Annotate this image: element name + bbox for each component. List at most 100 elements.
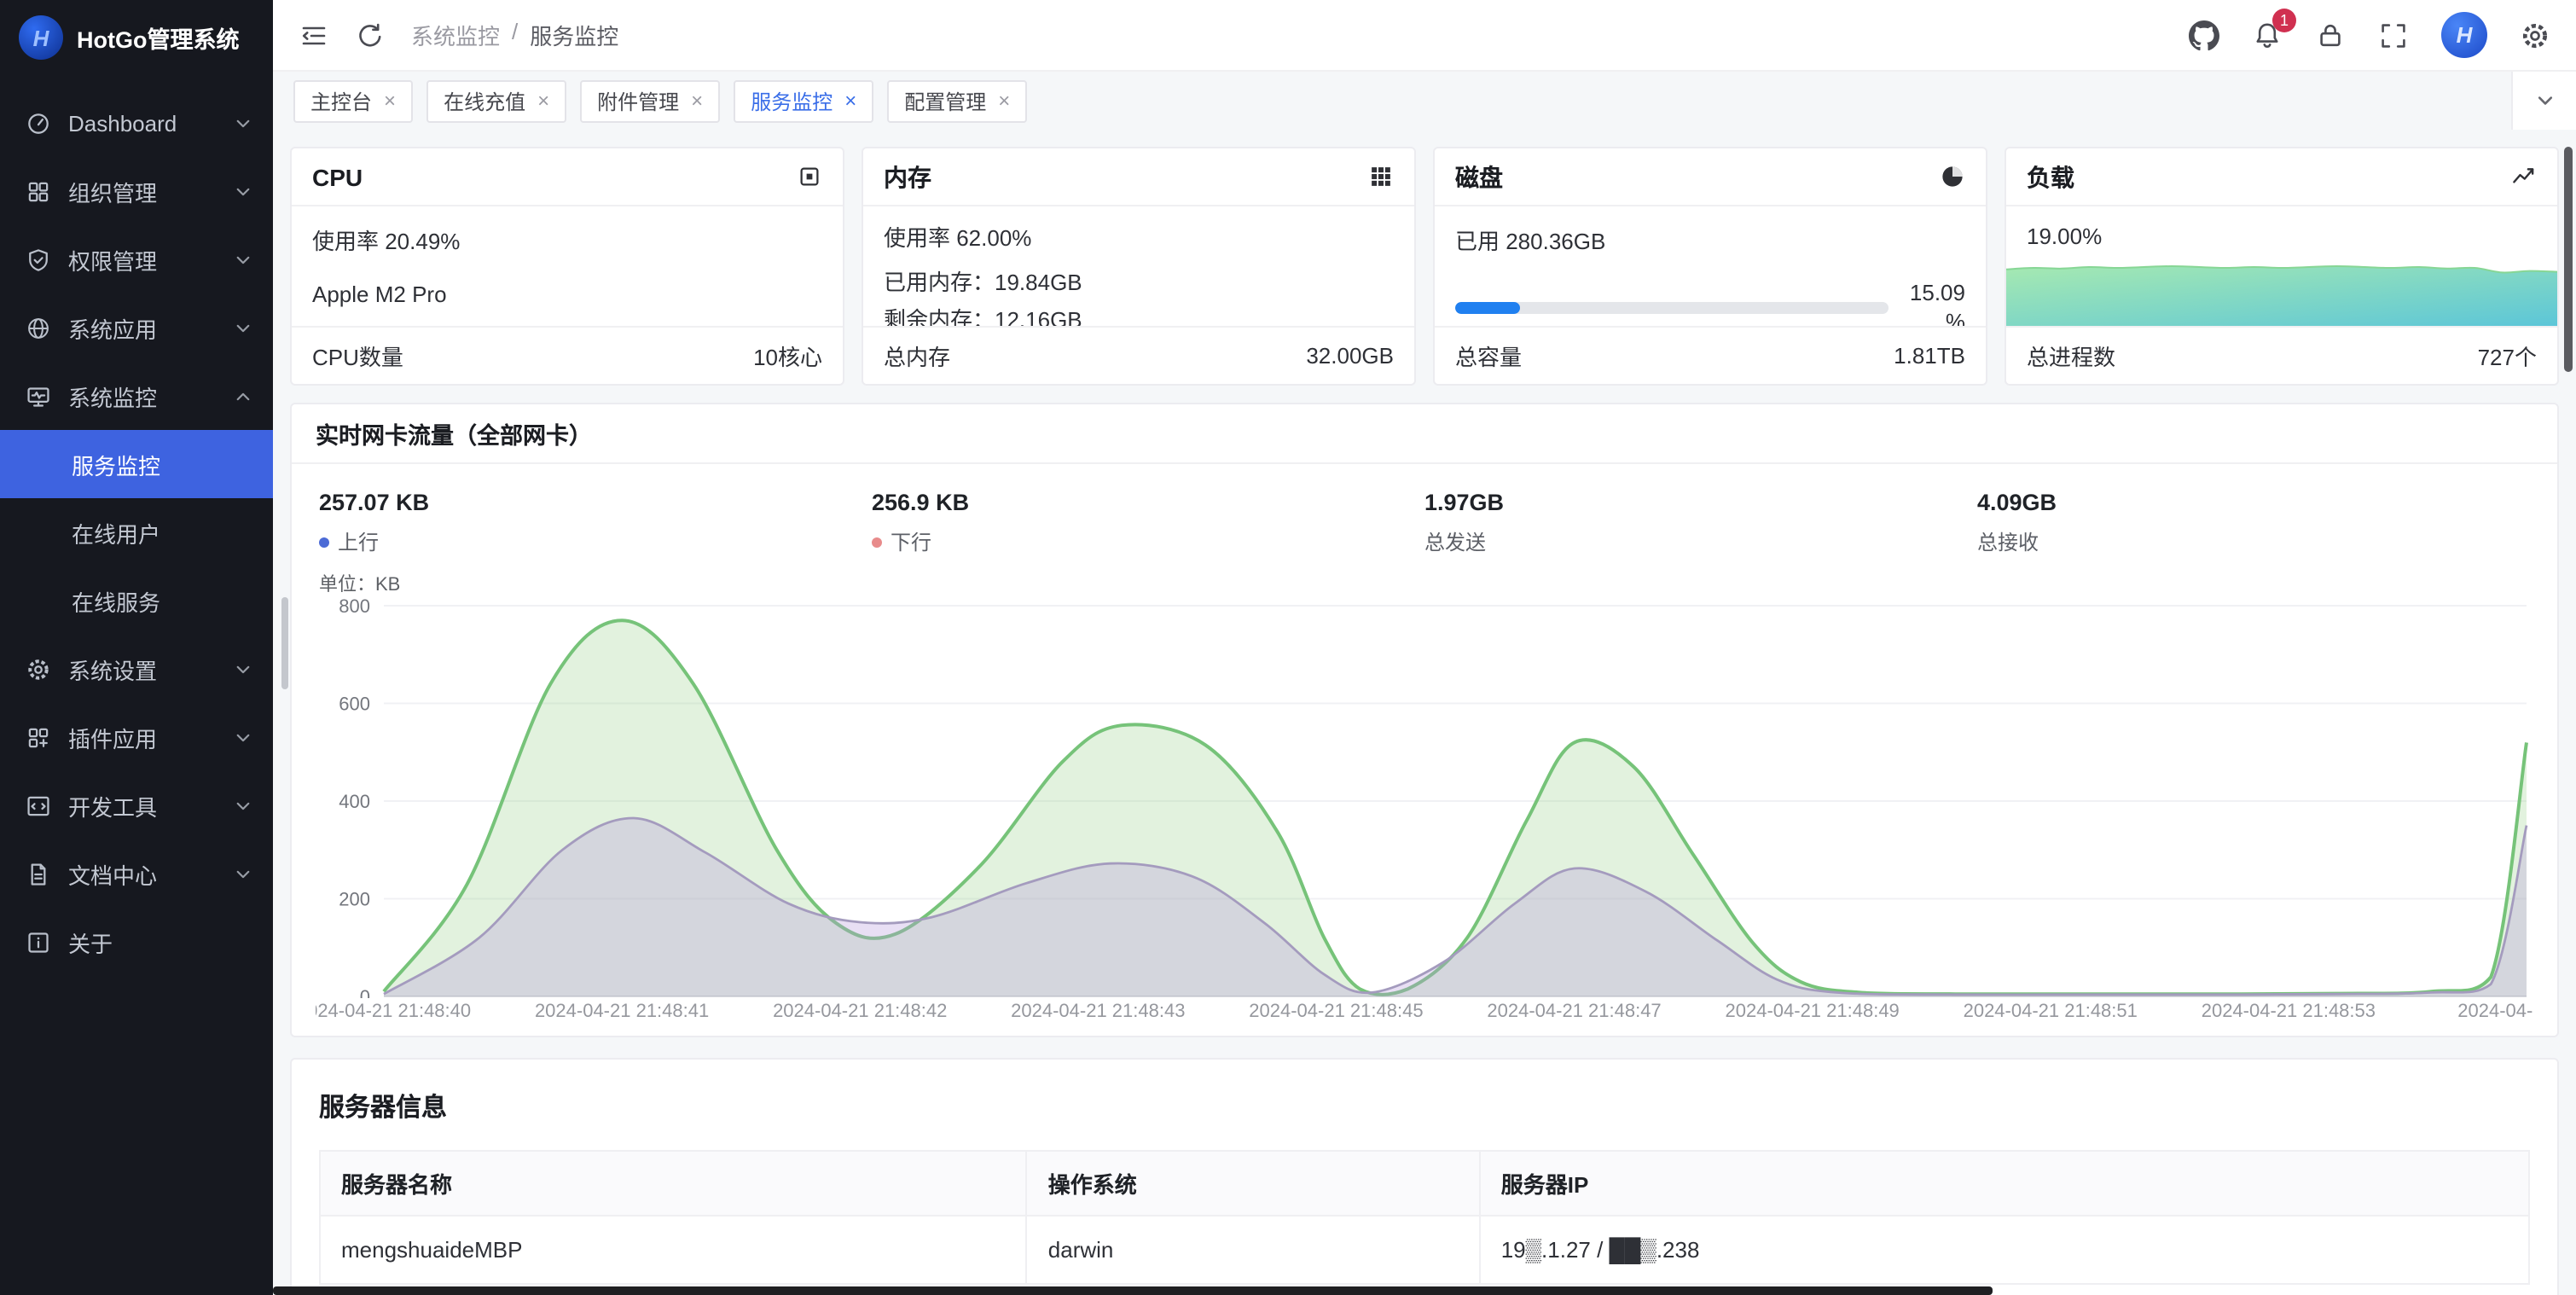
cpu-card-title: CPU bbox=[312, 163, 363, 190]
network-traffic-chart: 0 200 400 600 800 bbox=[316, 597, 2533, 998]
table-header-row: 服务器名称 操作系统 服务器IP bbox=[320, 1151, 2529, 1216]
x-axis-label: 2024-04-21 21:48:49 bbox=[1726, 1002, 1900, 1022]
load-card: 负载 19.00% 总进程数 727个 bbox=[2005, 147, 2559, 386]
network-card-title: 实时网卡流量（全部网卡） bbox=[292, 404, 2557, 464]
svg-text:600: 600 bbox=[339, 694, 370, 715]
close-icon[interactable]: × bbox=[844, 90, 856, 111]
sidebar-item-system-settings[interactable]: 系统设置 bbox=[0, 635, 273, 703]
x-axis-label: 2024-04-21 21:48:53 bbox=[2202, 1002, 2376, 1022]
cpu-footer-value: 10核心 bbox=[753, 340, 822, 372]
chart-unit-label: 单位：KB bbox=[319, 570, 2533, 597]
tabs-dropdown-button[interactable] bbox=[2511, 72, 2576, 130]
collapse-sidebar-icon[interactable] bbox=[299, 20, 329, 50]
sidebar-item-system-monitor[interactable]: 系统监控 bbox=[0, 362, 273, 430]
sidebar-item-docs[interactable]: 文档中心 bbox=[0, 839, 273, 908]
tab-bar: 主控台 × 在线充值 × 附件管理 × 服务监控 × 配置管理 × bbox=[273, 72, 2576, 130]
svg-text:200: 200 bbox=[339, 889, 370, 910]
sidebar-item-dev-tools[interactable]: 开发工具 bbox=[0, 771, 273, 839]
svg-text:400: 400 bbox=[339, 791, 370, 812]
chevron-down-icon bbox=[234, 864, 252, 883]
chart-x-axis-labels: 2024-04-21 21:48:40 2024-04-21 21:48:41 20… bbox=[316, 998, 2533, 1025]
sidebar-subitem-service-monitor[interactable]: 服务监控 bbox=[0, 430, 273, 498]
gear-icon bbox=[26, 656, 51, 682]
close-icon[interactable]: × bbox=[998, 90, 1010, 111]
app-root: H HotGo管理系统 Dashboard组织管理权限管理系统应用系统监控服务监… bbox=[0, 0, 2576, 1295]
stat-total-sent: 1.97GB 总发送 bbox=[1424, 490, 1977, 556]
notification-badge: 1 bbox=[2272, 8, 2296, 32]
stat-download: 256.9 KB 下行 bbox=[872, 490, 1424, 556]
close-icon[interactable]: × bbox=[537, 90, 549, 111]
load-card-title: 负载 bbox=[2027, 160, 2074, 194]
tab-recharge[interactable]: 在线充值 × bbox=[426, 79, 566, 122]
header: 系统监控 / 服务监控 1 bbox=[273, 0, 2576, 72]
sidebar-subitem-online-users[interactable]: 在线用户 bbox=[0, 498, 273, 566]
cpu-icon bbox=[797, 164, 822, 189]
tab-service-monitor[interactable]: 服务监控 × bbox=[734, 79, 873, 122]
breadcrumb-separator: / bbox=[512, 19, 518, 51]
sidebar-item-dashboard[interactable]: Dashboard bbox=[0, 89, 273, 157]
sidebar-item-about[interactable]: 关于 bbox=[0, 908, 273, 976]
sidebar-item-permission[interactable]: 权限管理 bbox=[0, 225, 273, 293]
shield-icon bbox=[26, 247, 51, 272]
logo[interactable]: H HotGo管理系统 bbox=[0, 0, 273, 75]
sidebar-item-plugins[interactable]: 插件应用 bbox=[0, 703, 273, 771]
column-header-name: 服务器名称 bbox=[320, 1151, 1027, 1216]
tab-config[interactable]: 配置管理 × bbox=[887, 79, 1027, 122]
avatar[interactable]: H bbox=[2441, 12, 2487, 58]
load-footer-value: 727个 bbox=[2478, 340, 2537, 372]
header-actions: 1 H bbox=[2189, 12, 2550, 58]
disk-used: 已用 280.36GB bbox=[1455, 224, 1965, 256]
chevron-down-icon bbox=[234, 659, 252, 678]
gear-icon[interactable] bbox=[2520, 20, 2550, 50]
horizontal-scrollbar-thumb[interactable] bbox=[273, 1286, 1993, 1295]
x-axis-label: 2024-04-21 21:48:40 bbox=[316, 1002, 471, 1022]
chevron-down-icon bbox=[234, 113, 252, 132]
x-axis-label: 2024-04-21 21:4 bbox=[2457, 1002, 2533, 1022]
org-grid-icon bbox=[26, 178, 51, 204]
sidebar-scrollbar-thumb[interactable] bbox=[281, 597, 288, 689]
svg-text:0: 0 bbox=[360, 986, 370, 998]
x-axis-label: 2024-04-21 21:48:41 bbox=[535, 1002, 709, 1022]
chevron-down-icon bbox=[234, 318, 252, 337]
sidebar-item-organization[interactable]: 组织管理 bbox=[0, 157, 273, 225]
x-axis-label: 2024-04-21 21:48:47 bbox=[1487, 1002, 1661, 1022]
chevron-down-icon bbox=[2534, 90, 2555, 111]
server-info-title: 服务器信息 bbox=[319, 1089, 2530, 1124]
memory-card: 内存 使用率 62.00% 已用内存：19.84GB 剩余内存：12.16GB … bbox=[862, 147, 1416, 386]
load-footer-label: 总进程数 bbox=[2027, 340, 2115, 372]
memory-footer-label: 总内存 bbox=[884, 340, 950, 372]
disk-progress bbox=[1455, 303, 1888, 315]
breadcrumb: 系统监控 / 服务监控 bbox=[411, 19, 618, 51]
disk-pie-icon bbox=[1940, 164, 1965, 189]
refresh-icon[interactable] bbox=[355, 20, 386, 50]
breadcrumb-item[interactable]: 系统监控 bbox=[411, 19, 500, 51]
svg-text:800: 800 bbox=[339, 597, 370, 617]
memory-card-title: 内存 bbox=[884, 160, 931, 194]
x-axis-label: 2024-04-21 21:48:51 bbox=[1964, 1002, 2138, 1022]
main-column: 系统监控 / 服务监控 1 bbox=[273, 0, 2576, 1295]
content: CPU 使用率 20.49% Apple M2 Pro CPU数量 10核心 bbox=[273, 130, 2576, 1295]
lock-icon[interactable] bbox=[2315, 20, 2346, 50]
close-icon[interactable]: × bbox=[691, 90, 703, 111]
cpu-card: CPU 使用率 20.49% Apple M2 Pro CPU数量 10核心 bbox=[290, 147, 844, 386]
network-stats: 257.07 KB 上行 256.9 KB 下行 1.97GB 总发送 4.09… bbox=[292, 464, 2557, 566]
stat-total-received: 4.09GB 总接收 bbox=[1977, 490, 2530, 556]
column-header-ip: 服务器IP bbox=[1480, 1151, 2529, 1216]
sidebar-subitem-online-services[interactable]: 在线服务 bbox=[0, 566, 273, 635]
tab-console[interactable]: 主控台 × bbox=[293, 79, 413, 122]
sidebar: H HotGo管理系统 Dashboard组织管理权限管理系统应用系统监控服务监… bbox=[0, 0, 273, 1295]
sidebar-item-system-app[interactable]: 系统应用 bbox=[0, 293, 273, 362]
vertical-scrollbar-thumb[interactable] bbox=[2564, 147, 2573, 372]
logo-icon: H bbox=[19, 15, 63, 60]
x-axis-label: 2024-04-21 21:48:43 bbox=[1011, 1002, 1185, 1022]
sidebar-menu: Dashboard组织管理权限管理系统应用系统监控服务监控在线用户在线服务系统设… bbox=[0, 75, 273, 1295]
close-icon[interactable]: × bbox=[384, 90, 396, 111]
load-usage: 19.00% bbox=[2027, 224, 2537, 249]
cpu-usage: 使用率 20.49% bbox=[312, 224, 822, 256]
disk-footer-value: 1.81TB bbox=[1894, 343, 1965, 369]
tab-attachments[interactable]: 附件管理 × bbox=[580, 79, 720, 122]
notifications-button[interactable]: 1 bbox=[2252, 20, 2283, 50]
memory-used: 已用内存：19.84GB bbox=[884, 268, 1394, 299]
fullscreen-icon[interactable] bbox=[2378, 20, 2409, 50]
github-icon[interactable] bbox=[2189, 20, 2219, 50]
